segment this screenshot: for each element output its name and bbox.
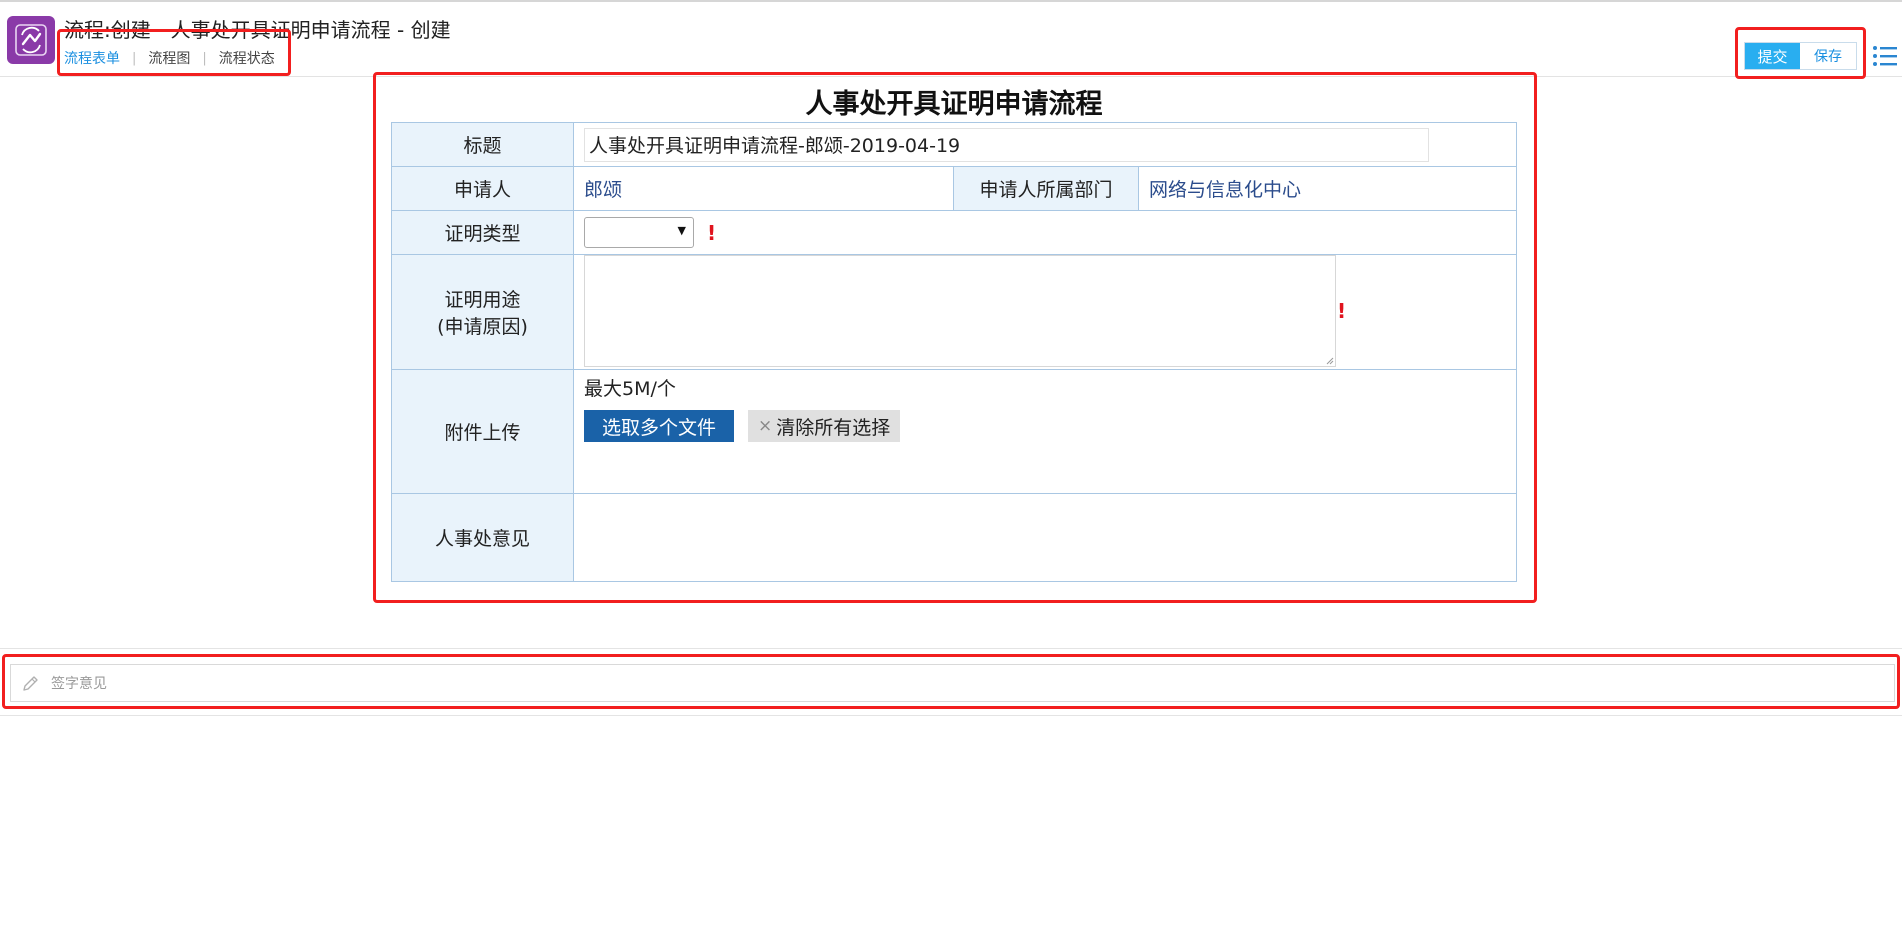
chevron-down-icon: ▼: [677, 224, 686, 237]
tab-separator: |: [132, 50, 137, 66]
upload-area: 最大5M/个 选取多个文件 × 清除所有选择: [574, 374, 1516, 442]
attachment-label: 附件上传: [391, 369, 574, 494]
tab-separator: |: [202, 50, 207, 66]
workflow-icon: [7, 16, 55, 64]
required-icon: !: [707, 220, 717, 245]
subnav-tabs: 流程表单 | 流程图 | 流程状态: [64, 48, 275, 68]
hr-opinion-value: [572, 493, 1518, 582]
required-icon: !: [1337, 299, 1347, 323]
applicant-label: 申请人: [391, 166, 574, 211]
page-title: 流程:创建 - 人事处开具证明申请流程 - 创建: [64, 18, 451, 42]
choose-files-button[interactable]: 选取多个文件: [584, 410, 734, 442]
pencil-icon: [23, 676, 38, 691]
tab-flow-status[interactable]: 流程状态: [219, 48, 275, 68]
close-icon: ×: [758, 416, 773, 436]
purpose-label: 证明用途 (申请原因): [391, 254, 574, 370]
cert-type-select[interactable]: ▼: [584, 217, 694, 248]
title-field[interactable]: 人事处开具证明申请流程-郎颂-2019-04-19: [584, 127, 1429, 162]
tab-form[interactable]: 流程表单: [64, 48, 120, 68]
save-button[interactable]: 保存: [1800, 43, 1856, 69]
list-menu-icon[interactable]: [1872, 44, 1898, 68]
purpose-label-line1: 证明用途: [444, 289, 521, 311]
purpose-label-line2: (申请原因): [437, 316, 528, 338]
clear-selection-button[interactable]: × 清除所有选择: [748, 410, 901, 442]
department-value: 网络与信息化中心: [1149, 179, 1302, 201]
application-form: 标题 人事处开具证明申请流程-郎颂-2019-04-19 申请人 郎颂 申请人所…: [391, 122, 1518, 582]
clear-selection-label: 清除所有选择: [776, 416, 891, 439]
purpose-textarea[interactable]: [584, 255, 1336, 367]
max-size-note: 最大5M/个: [584, 378, 676, 400]
divider: [0, 715, 1902, 716]
signature-input[interactable]: 签字意见: [10, 664, 1895, 702]
cert-type-label: 证明类型: [391, 210, 574, 255]
applicant-value: 郎颂: [584, 179, 623, 201]
action-buttons: 提交 保存: [1744, 42, 1857, 70]
divider: [0, 648, 1902, 649]
form-heading: 人事处开具证明申请流程: [805, 89, 1103, 120]
department-label: 申请人所属部门: [953, 166, 1139, 211]
hr-opinion-label: 人事处意见: [391, 493, 574, 582]
tab-flowchart[interactable]: 流程图: [148, 48, 190, 68]
upload-buttons: 选取多个文件 × 清除所有选择: [584, 410, 1516, 442]
submit-button[interactable]: 提交: [1745, 43, 1800, 69]
header-bar: 流程:创建 - 人事处开具证明申请流程 - 创建 流程表单 | 流程图 | 流程…: [0, 2, 1902, 77]
signature-placeholder: 签字意见: [51, 676, 107, 692]
title-label: 标题: [391, 122, 574, 167]
resize-handle-icon[interactable]: [1324, 355, 1334, 365]
